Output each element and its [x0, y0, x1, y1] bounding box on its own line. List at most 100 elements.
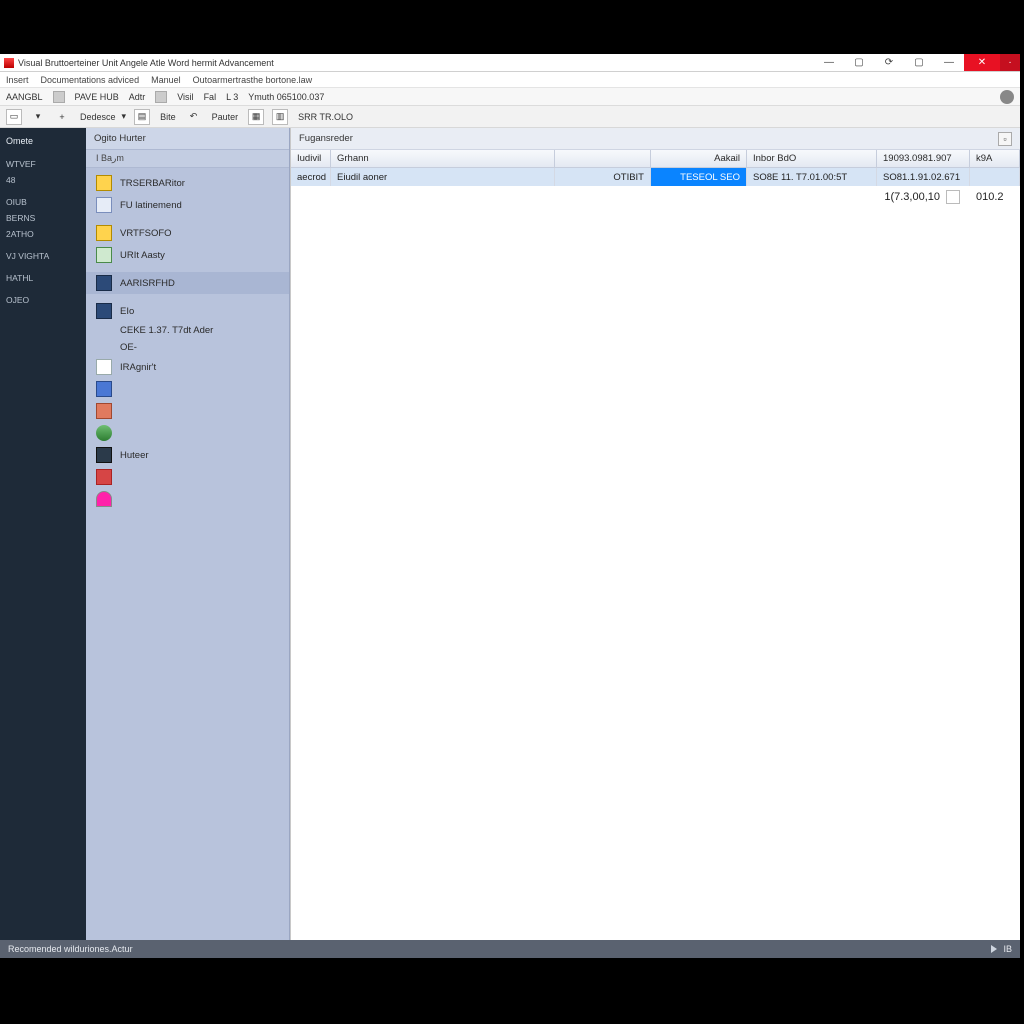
cell: OTIBIT — [555, 168, 651, 186]
tree-item-label: URIt Aasty — [120, 250, 165, 261]
tree-item[interactable]: URIt Aasty — [86, 244, 289, 266]
box-icon[interactable] — [155, 91, 167, 103]
toolbar-new-icon[interactable]: ▭ — [6, 109, 22, 125]
cell: SO81.1.91.02.671 — [877, 168, 970, 186]
tree-item[interactable] — [86, 466, 289, 488]
restore-button[interactable]: ⟳ — [874, 54, 904, 71]
rail-item[interactable]: 2ATHO — [0, 226, 86, 242]
refresh-icon[interactable] — [53, 91, 65, 103]
col-header[interactable] — [555, 150, 651, 167]
panel-close-icon[interactable]: ▫ — [998, 132, 1012, 146]
user-avatar-icon[interactable] — [1000, 90, 1014, 104]
rail-item[interactable]: BERNS — [0, 210, 86, 226]
grid-header: Iudivil Grhann Aakail Inbor BdO 19093.09… — [291, 150, 1020, 168]
menu-item[interactable]: Insert — [6, 75, 29, 85]
status-bar: Recomended wilduriones.Actur IB — [0, 940, 1020, 958]
toolbar-grid-a-icon[interactable]: ▦ — [248, 109, 264, 125]
cmd-item[interactable]: PAVE HUB — [75, 92, 119, 102]
tree-item-label: EIo — [120, 306, 134, 317]
tree-item[interactable]: TRSERBARitor — [86, 172, 289, 194]
tree-item-icon — [96, 275, 112, 291]
aux-button-2[interactable]: — — [934, 54, 964, 71]
tree-item[interactable] — [86, 400, 289, 422]
tree-item-icon — [96, 491, 112, 507]
toolbar-open-icon[interactable]: ▾ — [30, 109, 46, 125]
close-alt-button[interactable]: · — [1000, 54, 1020, 71]
menu-item[interactable]: Outoarmertrasthe bortone.law — [193, 75, 313, 85]
toolbar-design-label[interactable]: Dedesce — [78, 112, 118, 122]
rail-item[interactable]: HATHL — [0, 270, 86, 286]
summary-amount: 1(7.3,00,10 — [816, 186, 946, 208]
minimize-button[interactable]: — — [814, 54, 844, 71]
tree-item[interactable] — [86, 378, 289, 400]
titlebar: Visual Bruttоertеiner Unit Angele Atle W… — [0, 54, 1020, 72]
nav-rail: Omete WTVEF 48 OIUB BERNS 2ATHO VJ VIGHT… — [0, 128, 86, 940]
rail-item[interactable]: 48 — [0, 172, 86, 188]
command-row: AANGBL PAVE HUB Adtr Visil Fal L 3 Ymuth… — [0, 88, 1020, 106]
play-icon[interactable] — [991, 945, 997, 953]
tree-item[interactable]: EIo — [86, 300, 289, 322]
summary-value: 010.2 — [970, 186, 1020, 208]
tree-item[interactable]: AARISRFHD — [86, 272, 289, 294]
cmd-item[interactable]: L 3 — [226, 92, 238, 102]
cell — [970, 168, 1020, 186]
cmd-item[interactable]: Visil — [177, 92, 193, 102]
rail-header: Omete — [0, 132, 86, 150]
tree-item-icon — [96, 425, 112, 441]
tree-list: TRSERBARitor FU latinemend VRTFSOFO URIt Aa… — [86, 168, 289, 514]
menu-item[interactable]: Manuel — [151, 75, 181, 85]
aux-button-1[interactable]: ▢ — [904, 54, 934, 71]
tree-item-icon — [96, 197, 112, 213]
tree-item-label: FU latinemend — [120, 200, 182, 211]
tree-item-icon — [96, 303, 112, 319]
grid-row[interactable]: aecrod Eiudil aoner OTIBIT TESEOL SEO SO… — [291, 168, 1020, 186]
tree-item[interactable]: OE- — [86, 339, 289, 356]
summary-checkbox[interactable] — [946, 190, 960, 204]
toolbar-poster-label[interactable]: Pauter — [210, 112, 241, 122]
close-button[interactable]: ✕ — [964, 54, 1000, 71]
content-header: Fugansreder ▫ — [291, 128, 1020, 150]
tree-item-icon — [96, 225, 112, 241]
col-header[interactable]: Iudivil — [291, 150, 331, 167]
cmd-item[interactable]: Adtr — [129, 92, 146, 102]
tree-item-icon — [96, 403, 112, 419]
rail-item[interactable]: VJ VIGHTA — [0, 248, 86, 264]
status-right: IB — [1003, 944, 1012, 954]
toolbar-undo-icon[interactable]: ↶ — [186, 109, 202, 125]
col-header[interactable]: Grhann — [331, 150, 555, 167]
tree-item-label: VRTFSOFO — [120, 228, 172, 239]
menu-item[interactable]: Documentations adviced — [41, 75, 140, 85]
tree-item[interactable] — [86, 488, 289, 510]
tree-item[interactable] — [86, 422, 289, 444]
window-controls: — ▢ ⟳ ▢ — ✕ · — [814, 54, 1020, 71]
cmd-item[interactable]: Fal — [204, 92, 217, 102]
tree-item-icon — [96, 359, 112, 375]
content-panel: Fugansreder ▫ Iudivil Grhann Aakail Inbo… — [290, 128, 1020, 940]
rail-item[interactable]: WTVEF — [0, 156, 86, 172]
tree-panel: Ogito Hurter I Baرm TRSERBARitorFU latin… — [86, 128, 290, 940]
rail-item[interactable]: OIUB — [0, 194, 86, 210]
toolbar-add-icon[interactable]: + — [54, 109, 70, 125]
toolbar-sr-label[interactable]: SRR TR.OLO — [296, 112, 355, 122]
cmd-label: AANGBL — [6, 92, 43, 102]
maximize-button[interactable]: ▢ — [844, 54, 874, 71]
toolbar-bite-label[interactable]: Bite — [158, 112, 178, 122]
rail-item[interactable]: OJEO — [0, 292, 86, 308]
cell: aecrod — [291, 168, 331, 186]
summary-row: 1(7.3,00,10 010.2 — [291, 186, 1020, 208]
tree-item-icon — [96, 247, 112, 263]
col-header[interactable]: Aakail — [651, 150, 747, 167]
col-header[interactable]: Inbor BdO — [747, 150, 877, 167]
tree-item[interactable]: FU latinemend — [86, 194, 289, 216]
toolbar-save-icon[interactable]: ▤ — [134, 109, 150, 125]
app-icon — [4, 58, 14, 68]
tree-item[interactable]: Huteer — [86, 444, 289, 466]
window-title: Visual Bruttоertеiner Unit Angele Atle W… — [18, 58, 814, 68]
tree-item[interactable]: CEKE 1.37. T7dt Ader — [86, 322, 289, 339]
col-header[interactable]: 19093.0981.907 — [877, 150, 970, 167]
tree-item-label: Huteer — [120, 450, 149, 461]
col-header[interactable]: k9A — [970, 150, 1020, 167]
toolbar-grid-b-icon[interactable]: ▥ — [272, 109, 288, 125]
tree-item[interactable]: VRTFSOFO — [86, 222, 289, 244]
tree-item[interactable]: IRAgnir't — [86, 356, 289, 378]
